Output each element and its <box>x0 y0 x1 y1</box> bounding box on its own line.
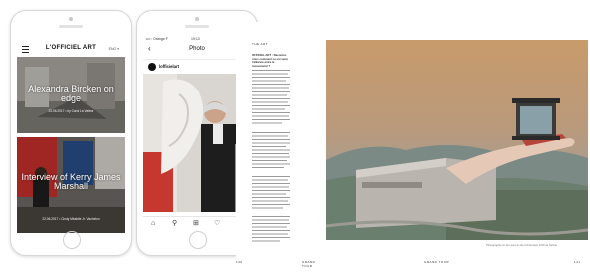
right-page-number: 141 <box>574 260 581 264</box>
carrier-label: •••◦◦ Orange F <box>146 37 168 41</box>
search-icon[interactable]: ⚲ <box>172 220 177 228</box>
home-icon[interactable]: ⌂ <box>151 220 155 228</box>
officiel-art-app-screen: L'OFFICIEL ART ENG ▾ Alexandra Bircken o… <box>17 37 125 233</box>
magazine-photo <box>326 40 588 240</box>
text-column-lines <box>252 70 290 242</box>
instagram-photo-screen: •••◦◦ Orange F 19:13 96 % ‹ Photo ↻ loff… <box>143 37 251 233</box>
screen-title: Photo <box>189 46 205 52</box>
phone-frame-left: L'OFFICIEL ART ENG ▾ Alexandra Bircken o… <box>10 10 132 256</box>
article-card-1[interactable]: Alexandra Bircken on edge 23.06.2017 • b… <box>17 57 125 133</box>
article-title-2[interactable]: Interview of Kerry James Marshall <box>17 173 125 191</box>
left-page-number: 140 <box>236 260 243 264</box>
language-selector[interactable]: ENG ▾ <box>109 47 119 51</box>
avatar[interactable] <box>148 63 156 71</box>
heart-icon[interactable]: ♡ <box>214 220 220 228</box>
speaker-slot <box>59 25 83 28</box>
left-running-foot: GRAND TOUR <box>302 260 316 268</box>
photo-caption: Photographie en lien avec le site Lichte… <box>486 244 558 247</box>
camera-dot <box>69 17 73 21</box>
page-header: THE ART <box>252 42 269 46</box>
post-photo[interactable] <box>143 74 251 212</box>
home-button[interactable] <box>189 231 207 249</box>
camera-dot <box>195 17 199 21</box>
article-meta-1: 23.06.2017 • by Carol La Valeur <box>48 109 94 113</box>
article-card-2[interactable]: Interview of Kerry James Marshall 22.06.… <box>17 137 125 233</box>
magazine-text-page: THE ART OFFICIEL ART : Racontez-nous com… <box>236 22 324 268</box>
article-meta-2: 22.06.2017 • Cindy Mirabile Jr. Vachelon <box>42 217 100 221</box>
photo-image <box>143 74 251 212</box>
status-bar: •••◦◦ Orange F 19:13 96 % <box>143 37 251 43</box>
speaker-slot <box>185 25 209 28</box>
clock-label: 19:13 <box>191 37 200 41</box>
right-running-foot: GRAND TOUR <box>424 260 450 264</box>
article-title-1[interactable]: Alexandra Bircken on edge <box>17 85 125 103</box>
username[interactable]: lofficielart <box>159 64 179 69</box>
add-icon[interactable]: ⊞ <box>193 220 199 228</box>
home-button[interactable] <box>63 231 81 249</box>
body-heading: OFFICIEL ART : Racontez-nous comment ce … <box>252 53 288 68</box>
post-header: lofficielart ⋯ <box>143 59 251 74</box>
magazine-spread: THE ART OFFICIEL ART : Racontez-nous com… <box>236 22 588 268</box>
